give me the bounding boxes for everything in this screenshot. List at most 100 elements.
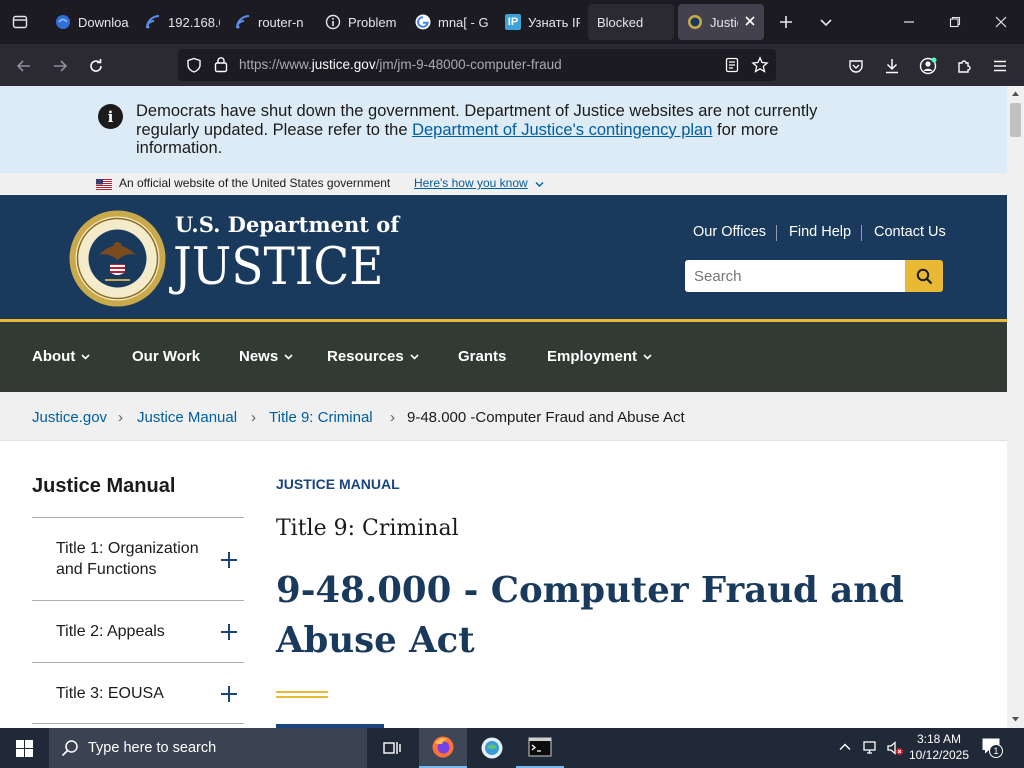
restore-button[interactable] — [932, 0, 978, 44]
expand-plus-icon[interactable] — [220, 623, 238, 641]
taskbar-clock[interactable]: 3:18 AM 10/12/2025 — [906, 731, 972, 763]
our-offices-link[interactable]: Our Offices — [693, 224, 766, 240]
sidebar-item-title-1[interactable]: Title 1: Organization and Functions — [32, 517, 244, 600]
site-search-input[interactable]: Search — [685, 260, 905, 292]
tab-router-ip[interactable]: 192.168.0 — [136, 4, 220, 40]
breadcrumb-home[interactable]: Justice.gov — [32, 409, 107, 426]
official-gov-banner: An official website of the United States… — [0, 173, 1007, 195]
nav-news[interactable]: News — [239, 348, 293, 365]
lock-icon — [214, 57, 228, 73]
sidebar-item-title-3[interactable]: Title 3: EOUSA — [32, 662, 244, 724]
volume-muted-icon — [887, 741, 903, 755]
find-help-link[interactable]: Find Help — [789, 224, 851, 240]
reload-button[interactable] — [82, 52, 110, 80]
tab-overview-button[interactable] — [0, 0, 40, 44]
close-window-button[interactable] — [978, 0, 1024, 44]
nav-label: About — [32, 348, 76, 365]
minimize-button[interactable] — [886, 0, 932, 44]
action-center-button[interactable]: 1 — [981, 737, 1005, 759]
taskbar-search-input[interactable]: Type here to search — [49, 728, 367, 768]
nav-label: Employment — [547, 348, 638, 365]
app-menu-button[interactable] — [986, 52, 1014, 80]
volume-status[interactable] — [886, 739, 904, 757]
task-view-button[interactable] — [368, 728, 416, 768]
scroll-down-icon[interactable] — [1011, 716, 1020, 723]
breadcrumb-title-9[interactable]: Title 9: Criminal — [269, 409, 373, 426]
firefox-icon — [432, 736, 454, 758]
minimize-icon — [904, 21, 914, 23]
search-placeholder: Search — [694, 268, 742, 285]
google-icon — [415, 14, 431, 30]
breadcrumb: Justice.gov › Justice Manual › Title 9: … — [0, 392, 1007, 441]
shutdown-alert-banner: i Democrats have shut down the governmen… — [0, 86, 1007, 173]
taskbar-app[interactable] — [468, 728, 516, 768]
account-button[interactable] — [914, 52, 942, 80]
tab-label: Blocked — [597, 14, 644, 30]
doj-seal-icon — [687, 14, 703, 30]
chevron-right-icon: › — [251, 409, 256, 426]
expand-plus-icon[interactable] — [220, 551, 238, 569]
nav-about[interactable]: About — [32, 348, 90, 365]
forward-button[interactable] — [46, 52, 74, 80]
tab-justice-active[interactable]: Justice — [678, 4, 764, 40]
page-scrollbar[interactable] — [1007, 86, 1024, 728]
nav-our-work[interactable]: Our Work — [132, 348, 200, 365]
tab-blocked[interactable]: Blocked — [588, 4, 674, 40]
sidebar-item-title-2[interactable]: Title 2: Appeals — [32, 600, 244, 662]
nav-label: Resources — [327, 348, 404, 365]
tab-problem[interactable]: Problem — [316, 4, 400, 40]
url-domain: justice.gov — [311, 57, 376, 72]
signal-icon — [235, 14, 251, 30]
tab-downloads[interactable]: Downloa — [46, 4, 130, 40]
nav-resources[interactable]: Resources — [327, 348, 419, 365]
new-tab-button[interactable] — [768, 0, 804, 44]
chevron-down-icon[interactable] — [535, 181, 544, 188]
tab-router[interactable]: router-n — [226, 4, 310, 40]
url-text[interactable]: https://www.justice.gov/jm/jm-9-48000-co… — [239, 57, 562, 72]
downloads-button[interactable] — [878, 52, 906, 80]
section-kicker[interactable]: JUSTICE MANUAL — [276, 476, 400, 492]
scroll-up-icon[interactable] — [1011, 90, 1020, 97]
network-status[interactable] — [862, 739, 880, 757]
expand-plus-icon[interactable] — [220, 685, 238, 703]
list-all-tabs-button[interactable] — [808, 0, 844, 44]
bookmark-star-icon[interactable] — [751, 56, 769, 74]
extensions-button[interactable] — [950, 52, 978, 80]
reader-view-icon[interactable] — [724, 57, 740, 73]
tab-google[interactable]: mna[ - G — [406, 4, 490, 40]
browser-tab-bar: Downloa 192.168.0 router-n Problem mna[ … — [0, 0, 1024, 44]
close-tab-icon[interactable] — [742, 13, 758, 29]
nav-grants[interactable]: Grants — [458, 348, 506, 365]
chevron-down-icon — [643, 353, 652, 360]
search-button[interactable] — [905, 260, 943, 292]
globe-icon — [55, 14, 71, 30]
us-flag-icon — [96, 179, 112, 190]
pocket-button[interactable] — [842, 52, 870, 80]
doj-seal-logo[interactable] — [69, 210, 166, 307]
terminal-icon — [528, 737, 552, 757]
contingency-plan-link[interactable]: Department of Justice's contingency plan — [412, 121, 712, 139]
breadcrumb-justice-manual[interactable]: Justice Manual — [137, 409, 237, 426]
start-button[interactable] — [0, 728, 48, 768]
globe-app-icon — [481, 737, 503, 759]
back-button[interactable] — [10, 52, 38, 80]
taskbar-terminal[interactable] — [516, 728, 564, 768]
tab-ip-lookup[interactable]: IP Узнать IF — [496, 4, 580, 40]
heres-how-you-know-link[interactable]: Here's how you know — [414, 176, 528, 190]
agency-title-line2[interactable]: JUSTICE — [173, 239, 383, 297]
address-bar[interactable]: https://www.justice.gov/jm/jm-9-48000-co… — [178, 49, 776, 81]
taskbar-firefox[interactable] — [419, 728, 467, 768]
site-header: U.S. Department of JUSTICE Our Offices F… — [0, 195, 1007, 319]
scrollbar-thumb[interactable] — [1010, 103, 1021, 137]
account-icon — [919, 57, 937, 75]
contact-us-link[interactable]: Contact Us — [874, 224, 946, 240]
ip-icon: IP — [505, 14, 521, 30]
chevron-down-icon — [820, 19, 832, 27]
show-hidden-icons-button[interactable] — [838, 740, 852, 754]
network-icon — [863, 741, 876, 754]
tab-label: Problem — [348, 14, 397, 30]
signal-icon — [145, 14, 161, 30]
restore-icon — [949, 16, 961, 28]
nav-employment[interactable]: Employment — [547, 348, 652, 365]
header-link-divider — [861, 225, 862, 241]
